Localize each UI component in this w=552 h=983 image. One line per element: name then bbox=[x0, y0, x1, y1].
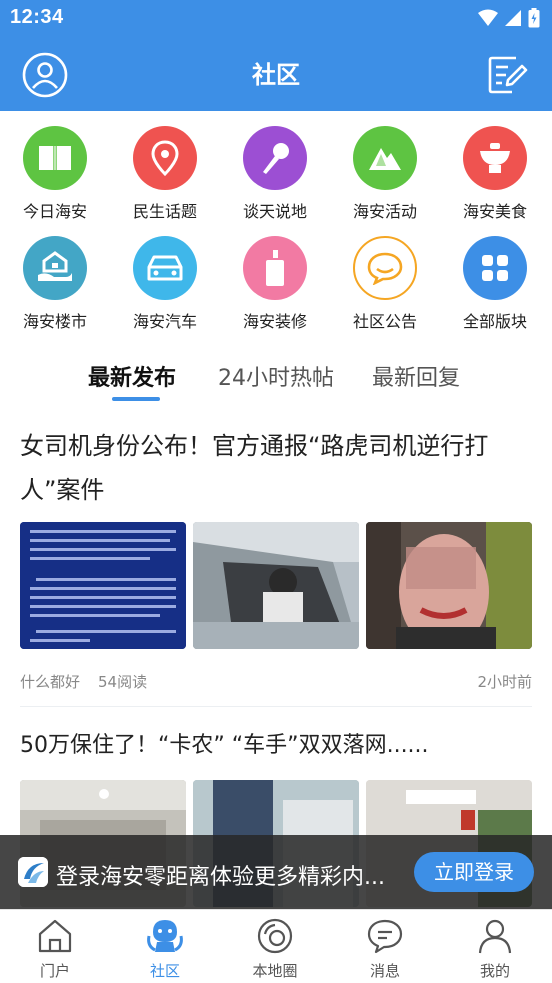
category-label: 海安楼市 bbox=[22, 312, 87, 331]
login-prompt-text: 登录海安零距离体验更多精彩内... bbox=[56, 865, 385, 890]
nav-label: 社区 bbox=[149, 962, 180, 980]
page-title: 社区 bbox=[252, 61, 300, 89]
signal-icon bbox=[505, 10, 521, 26]
category-label: 民生话题 bbox=[132, 202, 197, 221]
category-label: 社区公告 bbox=[352, 312, 417, 331]
nav-item-local[interactable]: 本地圈 bbox=[220, 910, 330, 983]
article-time: 2小时前 bbox=[477, 673, 532, 691]
tab-active-indicator bbox=[112, 397, 160, 401]
category-label: 今日海安 bbox=[22, 202, 87, 221]
chat-bubble-icon bbox=[353, 236, 417, 300]
message-icon bbox=[367, 919, 403, 954]
tab-24h-hot[interactable]: 24小时热帖 bbox=[218, 360, 334, 392]
thumbnail-image[interactable] bbox=[20, 522, 186, 649]
category-item-decoration[interactable]: 海安装修 bbox=[220, 236, 330, 332]
nav-item-mine[interactable]: 我的 bbox=[440, 910, 550, 983]
profile-icon bbox=[478, 919, 512, 954]
login-now-button[interactable]: 立即登录 bbox=[414, 852, 534, 892]
category-label: 海安装修 bbox=[242, 312, 307, 331]
article-author[interactable]: 什么都好 bbox=[20, 671, 80, 692]
article-title[interactable]: 50万保住了！“卡农” “车手”双双落网...... bbox=[20, 724, 532, 768]
category-item-car[interactable]: 海安汽车 bbox=[110, 236, 220, 332]
grid-icon bbox=[463, 236, 527, 300]
battery-icon bbox=[528, 8, 540, 28]
category-label: 海安活动 bbox=[352, 202, 417, 221]
status-icons bbox=[478, 8, 540, 28]
edit-note-icon bbox=[488, 56, 528, 94]
location-pin-icon bbox=[133, 126, 197, 190]
category-item-food[interactable]: 海安美食 bbox=[440, 126, 550, 222]
paint-tube-icon bbox=[243, 236, 307, 300]
book-icon bbox=[23, 126, 87, 190]
compose-button[interactable] bbox=[484, 52, 530, 98]
nav-item-community[interactable]: 社区 bbox=[110, 910, 220, 983]
article-views: 54阅读 bbox=[98, 673, 148, 691]
category-item-all[interactable]: 全部版块 bbox=[440, 236, 550, 332]
tab-latest-reply[interactable]: 最新回复 bbox=[372, 360, 460, 392]
mountain-icon bbox=[353, 126, 417, 190]
wifi-icon bbox=[478, 9, 498, 26]
category-label: 海安美食 bbox=[462, 202, 527, 221]
nav-label: 本地圈 bbox=[252, 962, 298, 980]
tab-latest[interactable]: 最新发布 bbox=[88, 360, 176, 392]
category-label: 谈天说地 bbox=[242, 202, 307, 221]
category-item-realestate[interactable]: 海安楼市 bbox=[0, 236, 110, 332]
app-logo-icon bbox=[18, 857, 48, 887]
category-item-chat[interactable]: 谈天说地 bbox=[220, 126, 330, 222]
article-divider bbox=[20, 706, 532, 707]
feed-tabs: 最新发布 24小时热帖 最新回复 bbox=[0, 360, 552, 404]
article-card[interactable]: 女司机身份公布！官方通报“路虎司机逆行打人”案件 什么都好 54阅读 2小时前 bbox=[20, 424, 532, 692]
article-title[interactable]: 女司机身份公布！官方通报“路虎司机逆行打人”案件 bbox=[20, 424, 532, 512]
category-item-livelihood[interactable]: 民生话题 bbox=[110, 126, 220, 222]
category-item-activity[interactable]: 海安活动 bbox=[330, 126, 440, 222]
microphone-icon bbox=[243, 126, 307, 190]
category-label: 海安汽车 bbox=[132, 312, 197, 331]
thumbnail-image[interactable] bbox=[366, 522, 532, 649]
community-icon bbox=[147, 920, 183, 952]
category-label: 全部版块 bbox=[462, 312, 527, 331]
login-banner: 登录海安零距离体验更多精彩内... 立即登录 bbox=[0, 835, 552, 909]
car-icon bbox=[133, 236, 197, 300]
article-thumbnails bbox=[20, 522, 532, 649]
category-item-today[interactable]: 今日海安 bbox=[0, 126, 110, 222]
nav-label: 我的 bbox=[479, 962, 510, 980]
bottom-nav: 门户 社区 本地圈 消息 我的 bbox=[0, 909, 552, 983]
thumbnail-image[interactable] bbox=[193, 522, 359, 649]
nav-label: 消息 bbox=[369, 962, 400, 980]
category-item-notice[interactable]: 社区公告 bbox=[330, 236, 440, 332]
article-meta: 什么都好 54阅读 2小时前 bbox=[20, 671, 532, 692]
food-bowl-icon bbox=[463, 126, 527, 190]
house-hand-icon bbox=[23, 236, 87, 300]
status-bar: 12:34 bbox=[0, 0, 552, 38]
nav-item-messages[interactable]: 消息 bbox=[330, 910, 440, 983]
local-circle-icon bbox=[257, 918, 293, 954]
home-icon bbox=[38, 919, 72, 953]
top-bar: 12:34 社区 bbox=[0, 0, 552, 111]
nav-item-portal[interactable]: 门户 bbox=[0, 910, 110, 983]
nav-label: 门户 bbox=[39, 962, 70, 980]
status-time: 12:34 bbox=[10, 6, 64, 28]
